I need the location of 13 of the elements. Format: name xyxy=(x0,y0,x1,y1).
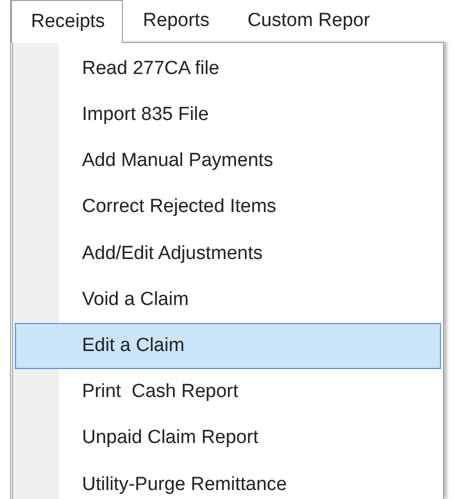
menu-bar-item[interactable]: Reports xyxy=(122,0,228,42)
menu-bar-item[interactable]: Receipts xyxy=(11,0,123,43)
menu-item[interactable]: Correct Rejected Items xyxy=(15,184,441,231)
menu-item[interactable]: Void a Claim xyxy=(15,276,441,324)
menu-item[interactable]: Import 835 File xyxy=(15,92,441,138)
menu-item[interactable]: Add/Edit Adjustments xyxy=(15,230,441,277)
menu-item[interactable]: Read 277CA file xyxy=(15,46,441,92)
menu-item[interactable]: Unpaid Claim Report xyxy=(15,416,441,462)
menu-item[interactable]: Print Cash Report xyxy=(15,369,441,416)
menu-item[interactable]: Add Manual Payments xyxy=(15,138,441,185)
menu-item[interactable]: Utility-Purge Remittance xyxy=(15,462,441,499)
menu-item[interactable]: Edit a Claim xyxy=(15,323,441,370)
menu-bar-item[interactable]: Custom Repor xyxy=(227,0,388,42)
